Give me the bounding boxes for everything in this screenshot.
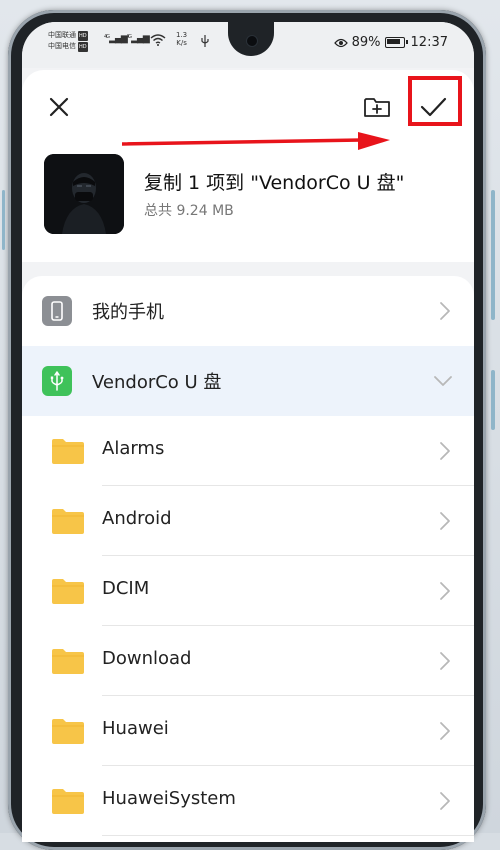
camera-notch [228, 22, 274, 56]
chevron-right-icon [440, 722, 450, 740]
folder-label: HuaweiSystem [102, 788, 236, 809]
screen: 中国联通 HD 中国电信 HD 4G▂▄▆ 4G▂▄▆ 1.3 K/s 89% 12… [22, 22, 474, 842]
carrier-info: 中国联通 HD 中国电信 HD [48, 30, 88, 52]
location-label: VendorCo U 盘 [92, 372, 222, 393]
new-folder-icon [364, 98, 390, 117]
row-divider [102, 835, 474, 836]
chevron-right-icon [440, 792, 450, 810]
sig2-label: 4G [126, 34, 132, 40]
folder-icon [52, 789, 84, 814]
power-button [491, 370, 495, 430]
usb-status-icon [201, 35, 209, 47]
signal-icon-2: 4G▂▄▆ [126, 34, 150, 44]
chevron-right-icon [440, 302, 450, 320]
folder-icon [52, 439, 84, 464]
folder-row-huaweisystem[interactable]: HuaweiSystem [22, 766, 474, 836]
check-icon [420, 97, 447, 117]
eye-comfort-icon [333, 38, 348, 47]
hd-badge-2: HD [78, 42, 88, 52]
speed-value: 1.3 [176, 31, 188, 39]
dialog-header: 复制 1 项到 "VendorCo U 盘" 总共 9.24 MB [22, 70, 474, 262]
battery-percent: 89% [351, 35, 381, 50]
folder-icon [52, 719, 84, 744]
chevron-right-icon [440, 652, 450, 670]
signal-icon: 4G▂▄▆ [104, 34, 128, 44]
carrier-2: 中国电信 [48, 42, 76, 50]
folder-icon [52, 649, 84, 674]
phone-icon [42, 296, 72, 326]
location-my-phone[interactable]: 我的手机 [22, 276, 474, 346]
folder-row-huawei[interactable]: Huawei [22, 696, 474, 766]
status-right: 89% 12:37 [333, 35, 448, 50]
sig1-label: 4G [104, 34, 110, 40]
confirm-button[interactable] [418, 92, 448, 122]
chevron-right-icon [440, 582, 450, 600]
folder-icon [52, 579, 84, 604]
speed-unit: K/s [176, 39, 187, 47]
folder-label: Download [102, 648, 192, 669]
wifi-icon [150, 34, 166, 46]
folder-row-download[interactable]: Download [22, 626, 474, 696]
chevron-down-icon [434, 376, 452, 386]
folder-label: Huawei [102, 718, 169, 739]
side-button [2, 190, 5, 250]
folder-row-android[interactable]: Android [22, 486, 474, 556]
folder-label: Android [102, 508, 172, 529]
folder-row-dcim[interactable]: DCIM [22, 556, 474, 626]
location-label: 我的手机 [92, 302, 164, 323]
chevron-right-icon [440, 512, 450, 530]
file-thumbnail [44, 154, 124, 234]
location-list: 我的手机 VendorCo U 盘 Alarms Android DCIM Do… [22, 276, 474, 842]
usb-icon [42, 366, 72, 396]
copy-dialog: 复制 1 项到 "VendorCo U 盘" 总共 9.24 MB 我的手机 V… [22, 70, 474, 842]
folder-icon [52, 509, 84, 534]
location-usb-drive[interactable]: VendorCo U 盘 [22, 346, 474, 416]
annotation-arrow [122, 132, 390, 150]
folder-row-alarms[interactable]: Alarms [22, 416, 474, 486]
hd-badge: HD [78, 31, 88, 41]
total-size: 总共 9.24 MB [144, 203, 234, 219]
folder-label: Alarms [102, 438, 165, 459]
camera-icon [246, 35, 258, 47]
person-thumbnail-image [44, 154, 124, 234]
chevron-right-icon [440, 442, 450, 460]
network-speed: 1.3 K/s [176, 31, 187, 47]
battery-icon [384, 37, 408, 48]
close-icon [49, 97, 69, 117]
dialog-title: 复制 1 项到 "VendorCo U 盘" [144, 172, 405, 194]
folder-label: DCIM [102, 578, 150, 599]
clock: 12:37 [410, 35, 448, 50]
new-folder-button[interactable] [362, 92, 392, 122]
status-bar: 中国联通 HD 中国电信 HD 4G▂▄▆ 4G▂▄▆ 1.3 K/s 89% 12… [22, 22, 474, 68]
volume-button [491, 190, 495, 320]
close-button[interactable] [44, 92, 74, 122]
carrier-1: 中国联通 [48, 31, 76, 39]
